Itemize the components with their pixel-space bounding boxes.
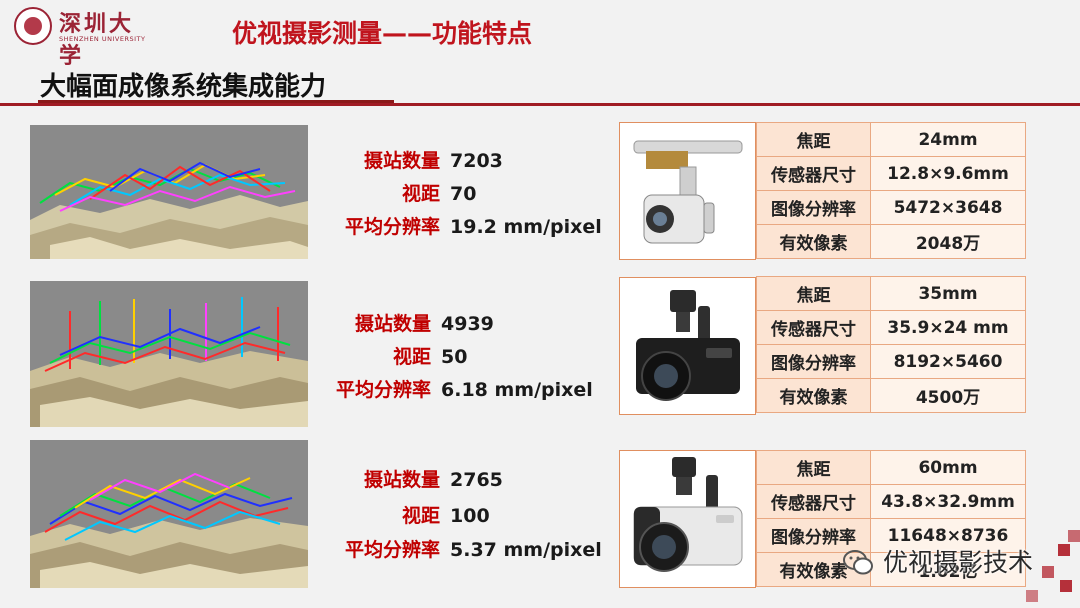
spec-key: 有效像素 bbox=[756, 224, 871, 259]
spec-key: 图像分辨率 bbox=[756, 190, 871, 225]
stat-average-resolution: 平均分辨率 19.2 mm/pixel bbox=[287, 212, 617, 242]
spec-row-focal-length: 焦距 35mm bbox=[756, 276, 1026, 311]
spec-value: 60mm bbox=[870, 450, 1026, 485]
stat-value: 5.37 mm/pixel bbox=[450, 539, 602, 561]
camera-image-1 bbox=[619, 122, 756, 260]
camera-row-1: 摄站数量 7203 视距 70 平均分辨率 19.2 mm/pixel 焦距 24… bbox=[0, 122, 1080, 262]
section-subtitle: 大幅面成像系统集成能力 bbox=[40, 72, 327, 102]
university-seal-icon bbox=[14, 7, 52, 45]
spec-row-image-resolution: 图像分辨率 5472×3648 bbox=[756, 190, 1026, 225]
spec-key: 传感器尺寸 bbox=[756, 156, 871, 191]
stat-value: 50 bbox=[441, 346, 468, 368]
spec-value: 8192×5460 bbox=[870, 344, 1026, 379]
spec-row-effective-pixels: 有效像素 4500万 bbox=[756, 378, 1026, 413]
stat-label: 平均分辨率 bbox=[344, 216, 440, 238]
wechat-icon bbox=[843, 550, 873, 575]
stat-label: 摄站数量 bbox=[354, 313, 431, 335]
spec-table-2: 焦距 35mm 传感器尺寸 35.9×24 mm 图像分辨率 8192×5460 有效… bbox=[756, 276, 1026, 413]
spec-key: 有效像素 bbox=[756, 378, 871, 413]
spec-key: 传感器尺寸 bbox=[756, 310, 871, 345]
stat-average-resolution: 平均分辨率 6.18 mm/pixel bbox=[278, 375, 608, 405]
stat-label: 视距 bbox=[401, 505, 440, 527]
spec-row-sensor-size: 传感器尺寸 35.9×24 mm bbox=[756, 310, 1026, 345]
camera-image-2 bbox=[619, 277, 756, 415]
stat-value: 2765 bbox=[450, 469, 503, 491]
spec-key: 焦距 bbox=[756, 276, 871, 311]
stat-station-count: 摄站数量 7203 bbox=[287, 146, 617, 176]
stat-value: 6.18 mm/pixel bbox=[441, 379, 593, 401]
stat-label: 视距 bbox=[401, 183, 440, 205]
stat-average-resolution: 平均分辨率 5.37 mm/pixel bbox=[287, 535, 617, 565]
stat-value: 4939 bbox=[441, 313, 494, 335]
spec-key: 焦距 bbox=[756, 450, 871, 485]
stat-viewing-distance: 视距 50 bbox=[278, 342, 608, 372]
stat-station-count: 摄站数量 2765 bbox=[287, 465, 617, 495]
camera-row-2: 摄站数量 4939 视距 50 平均分辨率 6.18 mm/pixel 焦距 35… bbox=[0, 276, 1080, 427]
stat-label: 平均分辨率 bbox=[335, 379, 431, 401]
spec-key: 图像分辨率 bbox=[756, 518, 871, 553]
watermark-text: 优视摄影技术 bbox=[883, 548, 1034, 577]
stat-label: 摄站数量 bbox=[363, 469, 440, 491]
spec-row-image-resolution: 图像分辨率 8192×5460 bbox=[756, 344, 1026, 379]
spec-value: 35.9×24 mm bbox=[870, 310, 1026, 345]
spec-value: 12.8×9.6mm bbox=[870, 156, 1026, 191]
stat-label: 平均分辨率 bbox=[344, 539, 440, 561]
spec-value: 35mm bbox=[870, 276, 1026, 311]
page-title: 优视摄影测量——功能特点 bbox=[232, 19, 533, 48]
spec-row-sensor-size: 传感器尺寸 43.8×32.9mm bbox=[756, 484, 1026, 519]
camera-image-3 bbox=[619, 450, 756, 588]
stat-value: 7203 bbox=[450, 150, 503, 172]
stat-value: 100 bbox=[450, 505, 490, 527]
stat-label: 视距 bbox=[392, 346, 431, 368]
logo-english-name: SHENZHEN UNIVERSITY bbox=[59, 35, 146, 43]
point-cloud-render-1 bbox=[30, 125, 308, 259]
spec-row-focal-length: 焦距 60mm bbox=[756, 450, 1026, 485]
university-logo: 深圳大学 SHENZHEN UNIVERSITY bbox=[14, 6, 154, 69]
stat-value: 70 bbox=[450, 183, 477, 205]
spec-row-sensor-size: 传感器尺寸 12.8×9.6mm bbox=[756, 156, 1026, 191]
spec-value: 24mm bbox=[870, 122, 1026, 157]
stat-viewing-distance: 视距 70 bbox=[287, 179, 617, 209]
spec-value: 2048万 bbox=[870, 224, 1026, 259]
stat-value: 19.2 mm/pixel bbox=[450, 216, 602, 238]
stat-viewing-distance: 视距 100 bbox=[287, 501, 617, 531]
stat-label: 摄站数量 bbox=[363, 150, 440, 172]
spec-key: 传感器尺寸 bbox=[756, 484, 871, 519]
point-cloud-render-2 bbox=[30, 281, 308, 427]
spec-value: 4500万 bbox=[870, 378, 1026, 413]
point-cloud-render-3 bbox=[30, 440, 308, 588]
spec-table-1: 焦距 24mm 传感器尺寸 12.8×9.6mm 图像分辨率 5472×3648 有效… bbox=[756, 122, 1026, 259]
spec-value: 43.8×32.9mm bbox=[870, 484, 1026, 519]
header-divider bbox=[0, 103, 1080, 106]
spec-key: 图像分辨率 bbox=[756, 344, 871, 379]
spec-key: 焦距 bbox=[756, 122, 871, 157]
spec-row-focal-length: 焦距 24mm bbox=[756, 122, 1026, 157]
stat-station-count: 摄站数量 4939 bbox=[278, 309, 608, 339]
spec-row-effective-pixels: 有效像素 2048万 bbox=[756, 224, 1026, 259]
spec-value: 5472×3648 bbox=[870, 190, 1026, 225]
